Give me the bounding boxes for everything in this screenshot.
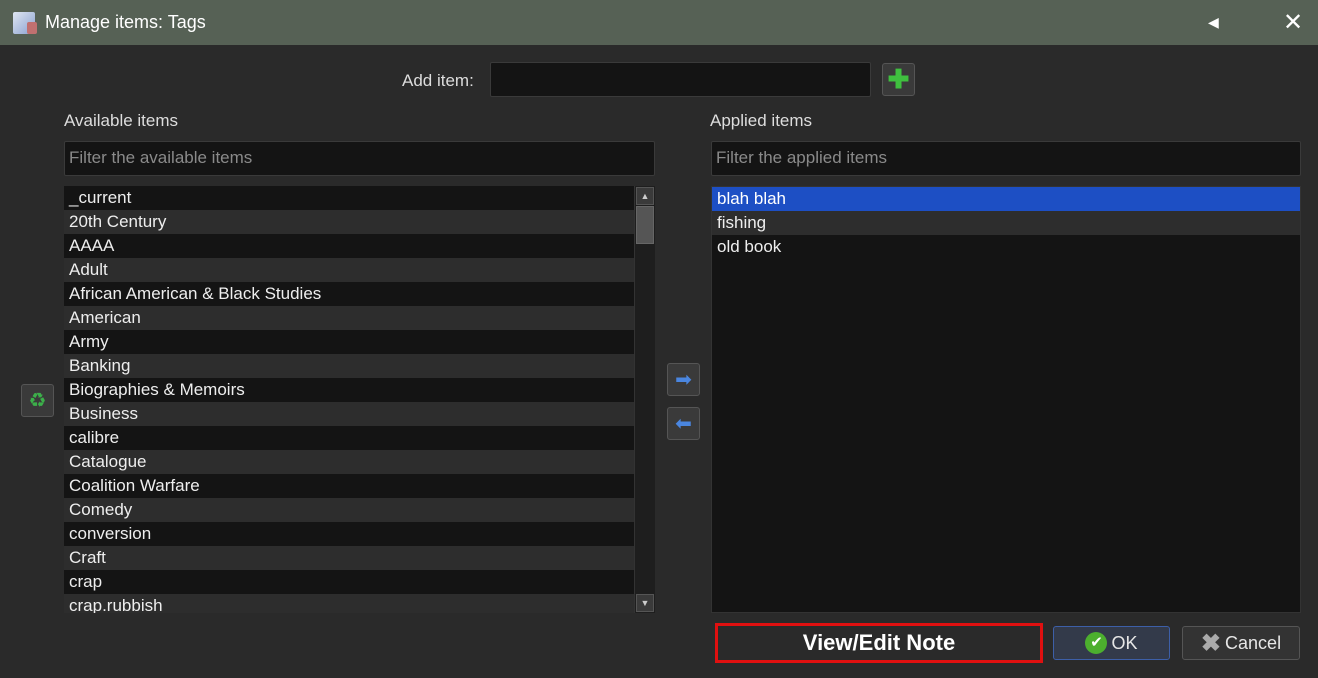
view-edit-note-button[interactable]: View/Edit Note [715,623,1043,663]
list-item[interactable]: fishing [712,211,1300,235]
list-item[interactable]: 20th Century [64,210,634,234]
list-item[interactable]: Coalition Warfare [64,474,634,498]
list-item[interactable]: blah blah [712,187,1300,211]
add-item-button[interactable]: ✚ [882,63,915,96]
list-item[interactable]: Army [64,330,634,354]
applied-heading: Applied items [710,111,813,130]
applied-list[interactable]: blah blah fishing old book [711,186,1301,613]
list-item[interactable]: conversion [64,522,634,546]
list-item[interactable]: Adult [64,258,634,282]
list-item[interactable]: Business [64,402,634,426]
title-bar: Manage items: Tags ◀ ✕ [0,0,1318,45]
cancel-label: Cancel [1225,632,1282,653]
ok-button[interactable]: ✔ OK [1053,626,1170,660]
list-item[interactable]: African American & Black Studies [64,282,634,306]
applied-filter[interactable]: Filter the applied items [711,141,1301,176]
window-title: Manage items: Tags [45,12,206,32]
arrow-right-icon: ➡ [675,369,692,391]
add-item-input[interactable] [490,62,871,97]
apply-button[interactable]: ➡ [667,363,700,396]
list-item[interactable]: crap.rubbish [64,594,634,613]
recycle-icon: ♻ [28,390,47,412]
available-scrollbar[interactable]: ▲ ▼ [634,186,655,613]
check-icon: ✔ [1085,632,1108,654]
available-filter[interactable]: Filter the available items [64,141,655,176]
list-item[interactable]: calibre [64,426,634,450]
add-item-label: Add item: [402,71,474,90]
plus-icon: ✚ [887,64,910,94]
available-list[interactable]: _current 20th Century AAAA Adult African Ame… [64,186,655,613]
x-icon: ✖ [1200,629,1222,657]
cancel-button[interactable]: ✖ Cancel [1182,626,1300,660]
list-item[interactable]: Banking [64,354,634,378]
list-item[interactable]: old book [712,235,1300,259]
available-heading: Available items [64,111,179,130]
list-item[interactable]: _current [64,186,634,210]
note-button-label: View/Edit Note [802,630,956,655]
scroll-down-icon[interactable]: ▼ [636,594,654,612]
unused-tags-button[interactable]: ♻ [21,384,54,417]
arrow-left-icon: ⬅ [675,413,692,435]
list-item[interactable]: crap [64,570,634,594]
list-item[interactable]: Biographies & Memoirs [64,378,634,402]
ok-label: OK [1111,632,1138,653]
list-item[interactable]: Comedy [64,498,634,522]
list-item[interactable]: American [64,306,634,330]
collapse-icon[interactable]: ◀ [1208,14,1219,31]
list-item[interactable]: AAAA [64,234,634,258]
list-item[interactable]: Catalogue [64,450,634,474]
close-icon[interactable]: ✕ [1283,8,1303,37]
app-icon [13,11,37,34]
list-item[interactable]: Craft [64,546,634,570]
scroll-up-icon[interactable]: ▲ [636,187,654,205]
scroll-thumb[interactable] [636,206,654,244]
unapply-button[interactable]: ⬅ [667,407,700,440]
